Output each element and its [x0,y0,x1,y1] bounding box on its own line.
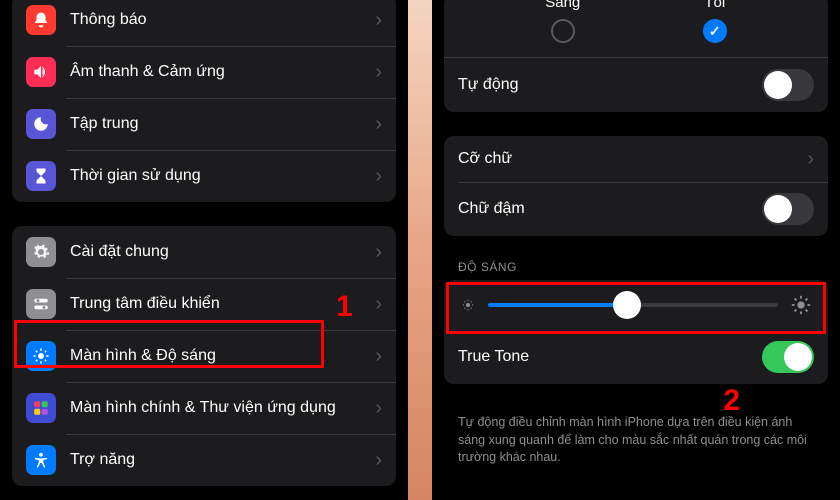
row-notifications[interactable]: Thông báo › [12,0,396,46]
settings-group-1: Thông báo › Âm thanh & Cảm ứng › Tập tru… [12,0,396,202]
brightness-slider-row [444,280,828,330]
row-accessibility[interactable]: Trợ năng › [12,434,396,486]
row-label: Cỡ chữ [458,149,801,168]
row-screentime[interactable]: Thời gian sử dụng › [12,150,396,202]
row-label: Tập trung [70,114,369,133]
accessibility-icon [26,445,56,475]
radio-unchecked-icon [551,19,575,43]
row-sounds[interactable]: Âm thanh & Cảm ứng › [12,46,396,98]
chevron-right-icon: › [375,293,382,316]
switches-icon [26,289,56,319]
row-display-brightness[interactable]: Màn hình & Độ sáng › [12,330,396,382]
toggle-truetone[interactable] [762,341,814,373]
row-label: Thời gian sử dụng [70,166,369,185]
chevron-right-icon: › [375,165,382,188]
chevron-right-icon: › [807,148,814,171]
sun-small-icon [460,297,476,313]
grid-icon [26,393,56,423]
toggle-auto[interactable] [762,69,814,101]
row-focus[interactable]: Tập trung › [12,98,396,150]
appearance-options: Sáng Tối [444,0,828,57]
settings-group-2: Cài đặt chung › Trung tâm điều khiển › M… [12,226,396,486]
row-label: Tự động [458,75,762,94]
bell-icon [26,5,56,35]
chevron-right-icon: › [375,449,382,472]
row-label: Cài đặt chung [70,242,369,261]
appearance-light-label: Sáng [545,0,580,11]
gear-icon [26,237,56,267]
brightness-icon [26,341,56,371]
sun-large-icon [790,294,812,316]
chevron-right-icon: › [375,241,382,264]
chevron-right-icon: › [375,9,382,32]
display-settings-panel: Sáng Tối Tự động Cỡ chữ › Chữ đậm ĐỘ SÁN… [432,0,840,500]
chevron-right-icon: › [375,345,382,368]
brightness-slider[interactable] [488,303,778,307]
brightness-group: True Tone [444,280,828,384]
chevron-right-icon: › [375,397,382,420]
row-general[interactable]: Cài đặt chung › [12,226,396,278]
row-label: Màn hình chính & Thư viện ứng dụng [70,398,369,417]
toggle-bold[interactable] [762,193,814,225]
moon-icon [26,109,56,139]
appearance-dark-label: Tối [703,0,727,11]
row-label: Âm thanh & Cảm ứng [70,62,369,81]
appearance-group: Sáng Tối Tự động [444,0,828,112]
chevron-right-icon: › [375,61,382,84]
settings-list-panel: Thông báo › Âm thanh & Cảm ứng › Tập tru… [0,0,408,500]
row-label: Trợ năng [70,450,369,469]
annotation-step-2: 2 [723,384,740,418]
appearance-light[interactable]: Sáng [545,0,580,43]
brightness-header: ĐỘ SÁNG [432,260,840,280]
row-label: Màn hình & Độ sáng [70,346,369,365]
row-text-size[interactable]: Cỡ chữ › [444,136,828,182]
row-label: True Tone [458,347,762,366]
text-group: Cỡ chữ › Chữ đậm [444,136,828,236]
hourglass-icon [26,161,56,191]
row-auto-appearance[interactable]: Tự động [444,57,828,112]
row-label: Thông báo [70,10,369,29]
row-label: Trung tâm điều khiển [70,294,369,313]
row-bold-text[interactable]: Chữ đậm [444,182,828,236]
annotation-step-1: 1 [336,290,353,324]
row-label: Chữ đậm [458,199,762,218]
chevron-right-icon: › [375,113,382,136]
truetone-footer: Tự động điều chỉnh màn hình iPhone dựa t… [432,408,840,467]
row-home-screen[interactable]: Màn hình chính & Thư viện ứng dụng › [12,382,396,434]
radio-checked-icon [703,19,727,43]
speaker-icon [26,57,56,87]
row-true-tone[interactable]: True Tone [444,330,828,384]
appearance-dark[interactable]: Tối [703,0,727,43]
